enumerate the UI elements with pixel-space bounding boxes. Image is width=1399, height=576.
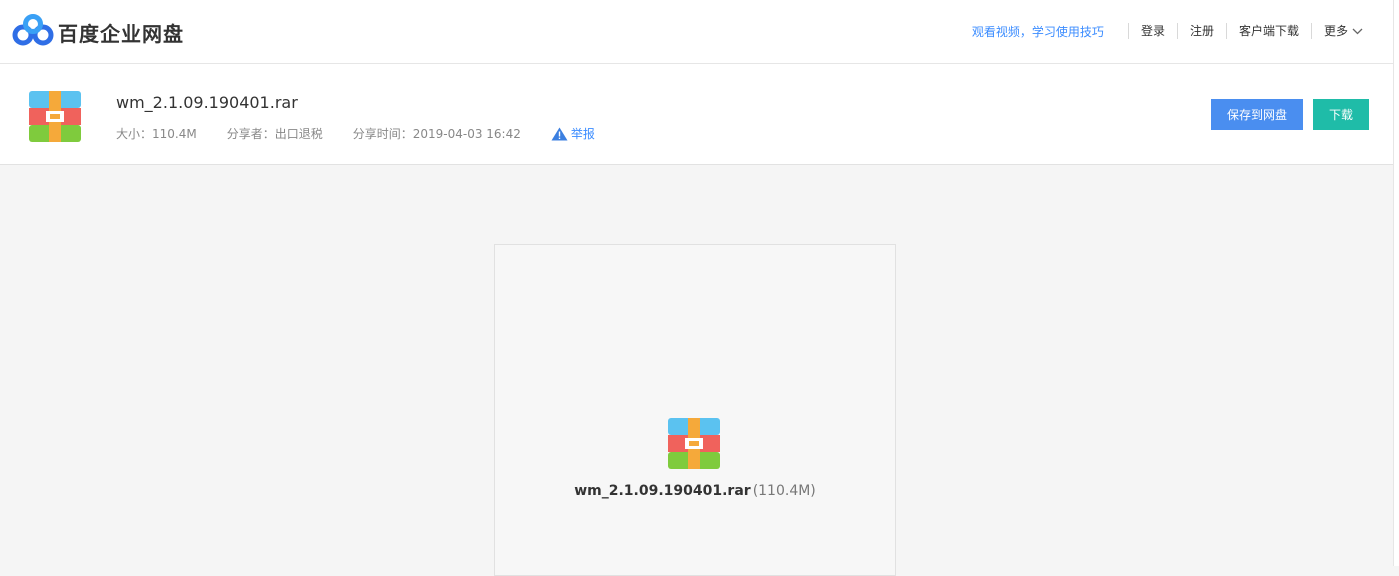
register-link[interactable]: 注册 [1176,23,1226,39]
chevron-down-icon [1352,28,1363,34]
top-header: 百度企业网盘 观看视频，学习使用技巧 登录 注册 客户端下载 更多 [0,0,1393,64]
preview-file-name: wm_2.1.09.190401.rar [574,483,751,499]
save-to-cloud-button[interactable]: 保存到网盘 [1211,99,1303,130]
rar-archive-icon [29,91,81,142]
preview-file-size: (110.4M) [752,483,816,499]
file-size: 大小：110.4M [116,127,197,141]
baidu-cloud-logo-icon[interactable] [12,14,54,48]
more-label: 更多 [1323,24,1348,38]
client-download-link[interactable]: 客户端下载 [1225,23,1311,39]
file-info-bar: wm_2.1.09.190401.rar 大小：110.4M 分享者：出口退税 … [0,64,1393,165]
login-link[interactable]: 登录 [1127,23,1177,39]
file-meta: 大小：110.4M 分享者：出口退税 分享时间：2019-04-03 16:42… [116,125,625,142]
download-button[interactable]: 下载 [1313,99,1369,130]
more-menu[interactable]: 更多 [1310,23,1393,39]
file-preview-card: wm_2.1.09.190401.rar (110.4M) [494,244,896,576]
report-label: 举报 [570,127,595,141]
tutorial-link[interactable]: 观看视频，学习使用技巧 [972,23,1104,40]
file-sharer: 分享者：出口退税 [226,127,323,141]
rar-archive-icon [668,418,720,469]
share-time: 分享时间：2019-04-03 16:42 [352,127,521,141]
brand-name[interactable]: 百度企业网盘 [58,18,184,47]
preview-file-label: wm_2.1.09.190401.rar (110.4M) [495,483,895,499]
report-link[interactable]: 举报 [551,125,625,142]
file-name: wm_2.1.09.190401.rar [116,93,298,112]
top-nav: 观看视频，学习使用技巧 登录 注册 客户端下载 更多 [972,21,1393,41]
scrollbar[interactable] [1393,0,1399,566]
warning-icon [551,127,568,140]
